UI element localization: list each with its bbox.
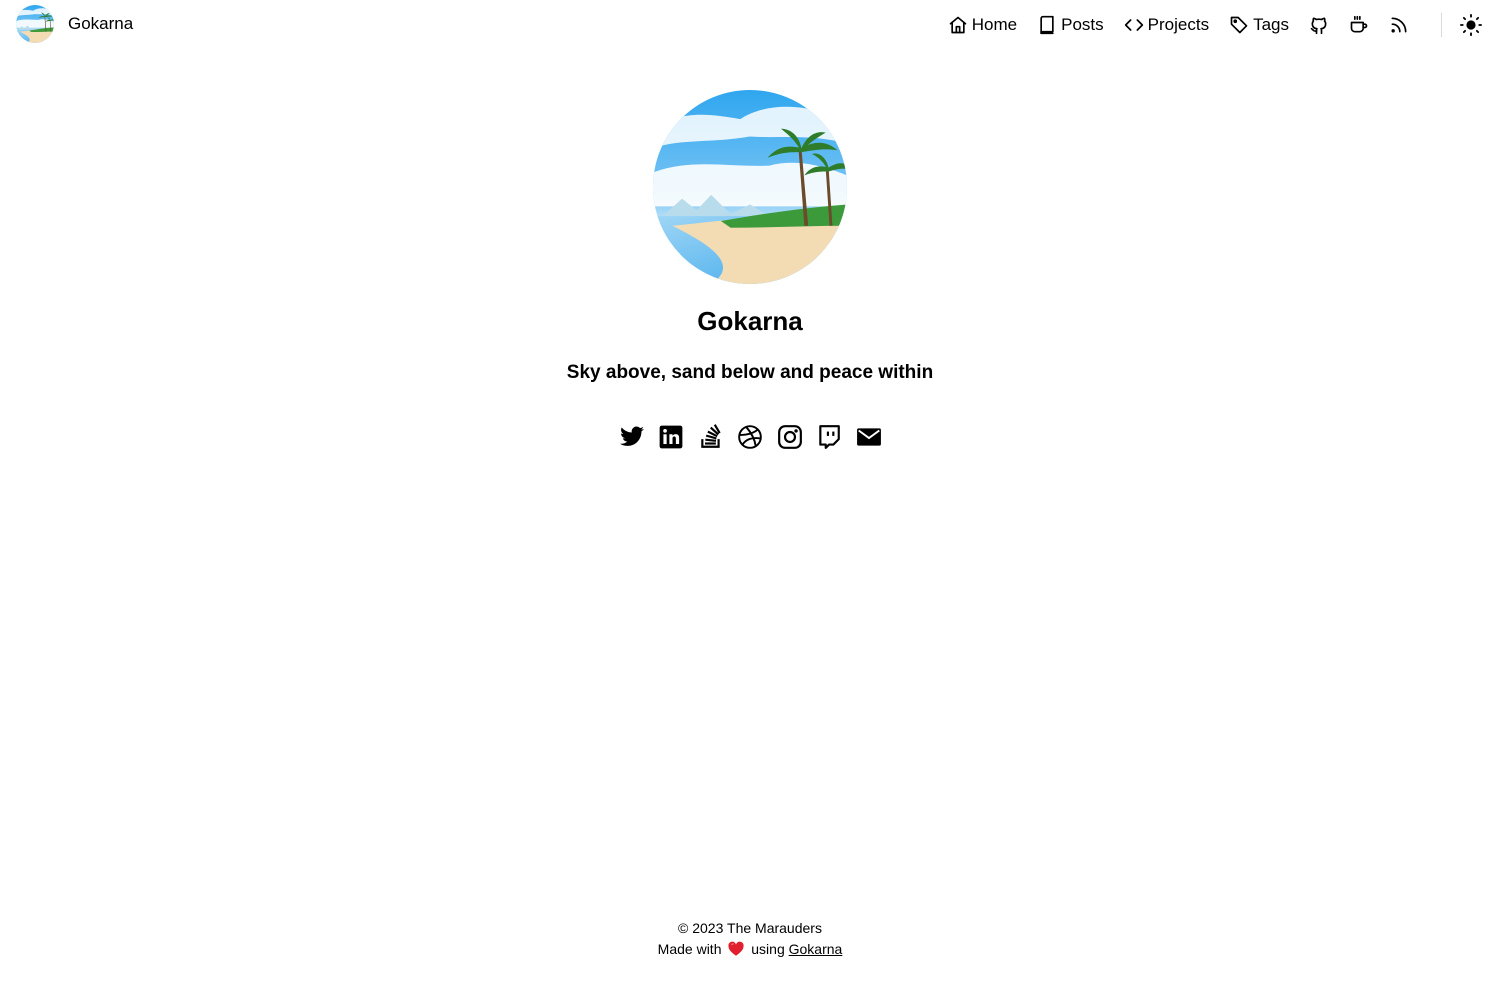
linkedin-icon	[659, 425, 683, 449]
gokarna-link[interactable]: Gokarna	[789, 941, 843, 957]
github-icon	[1309, 15, 1329, 35]
twitter-link[interactable]	[619, 424, 645, 450]
site-footer: © 2023 The Marauders Made with using Gok…	[0, 918, 1500, 960]
sun-icon	[1460, 14, 1482, 36]
stackoverflow-link[interactable]	[698, 424, 724, 450]
tag-icon	[1229, 15, 1249, 35]
instagram-link[interactable]	[777, 424, 803, 450]
site-logo	[16, 5, 54, 43]
using-text: using	[751, 941, 785, 957]
nav-item-tags[interactable]: Tags	[1229, 0, 1289, 50]
copyright-text: © 2023 The Marauders	[678, 920, 822, 936]
nav-item-label: Projects	[1147, 15, 1210, 34]
site-name: Gokarna	[68, 14, 134, 33]
dribbble-link[interactable]	[737, 424, 763, 450]
heart-icon	[728, 941, 744, 956]
rss-icon	[1389, 15, 1409, 35]
beach-avatar	[653, 90, 847, 284]
nav-item-label: Posts	[1061, 15, 1104, 34]
page-title: Gokarna	[697, 306, 803, 336]
site-brand-link[interactable]: Gokarna	[16, 5, 133, 43]
linkedin-link[interactable]	[658, 424, 684, 450]
email-icon	[856, 428, 881, 446]
twitter-icon	[619, 426, 644, 446]
code-icon	[1124, 15, 1144, 35]
email-link[interactable]	[856, 424, 882, 450]
nav-divider	[1441, 13, 1442, 37]
home-icon	[948, 15, 968, 35]
made-with-line: Made with using Gokarna	[0, 939, 1500, 960]
made-with-text: Made with	[657, 941, 722, 957]
dribbble-icon	[738, 425, 762, 449]
nav-item-label: Home	[971, 15, 1018, 34]
nav-github-link[interactable]	[1309, 0, 1329, 50]
book-icon	[1037, 15, 1057, 35]
nav-rss-link[interactable]	[1389, 0, 1409, 50]
twitch-link[interactable]	[816, 424, 842, 450]
coffee-icon	[1349, 15, 1369, 35]
twitch-icon	[819, 425, 840, 449]
main-nav: Home Posts Projects Tags	[948, 0, 1500, 50]
nav-item-home[interactable]: Home	[948, 0, 1017, 50]
nav-item-projects[interactable]: Projects	[1124, 0, 1209, 50]
nav-item-label: Tags	[1253, 15, 1289, 34]
nav-item-posts[interactable]: Posts	[1037, 0, 1104, 50]
social-links	[0, 424, 1500, 450]
stackoverflow-icon	[700, 424, 721, 448]
nav-coffee-link[interactable]	[1349, 0, 1369, 50]
site-header: Gokarna Home Posts Projects Tags	[0, 0, 1500, 50]
instagram-icon	[777, 425, 802, 449]
theme-toggle-button[interactable]	[1460, 14, 1482, 36]
page-subtitle: Sky above, sand below and peace within	[566, 362, 934, 383]
